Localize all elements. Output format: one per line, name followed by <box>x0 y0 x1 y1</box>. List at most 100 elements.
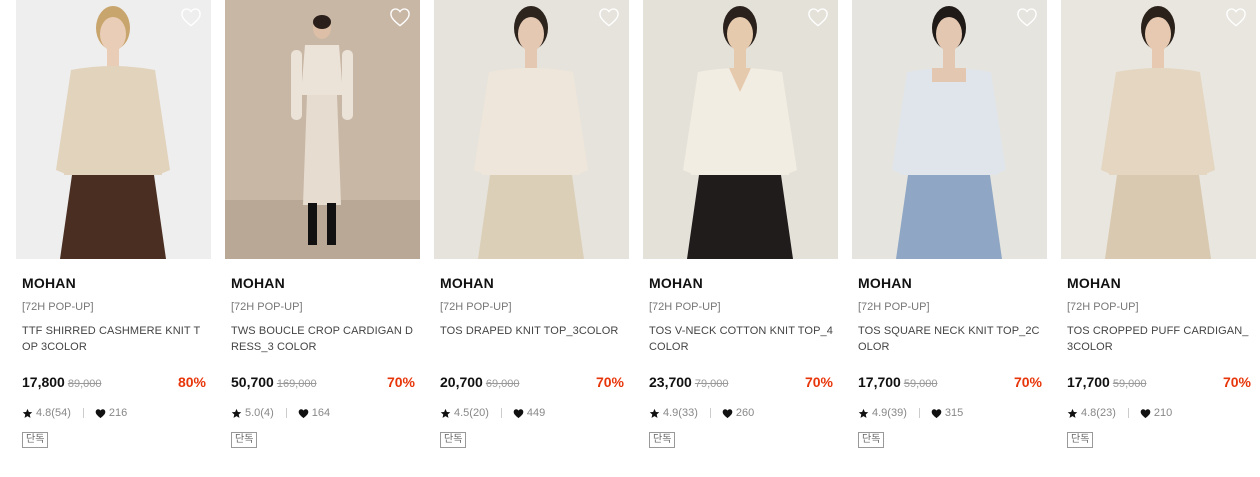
rating-text: 5.0(4) <box>245 407 274 419</box>
product-image[interactable] <box>852 0 1047 259</box>
wishlist-heart-icon[interactable] <box>1225 7 1247 27</box>
product-card[interactable]: MOHAN [72H POP-UP] TOS V-NECK COTTON KNI… <box>643 0 838 448</box>
promo-tag: [72H POP-UP] <box>1067 301 1139 313</box>
sale-price: 50,700 <box>231 374 274 390</box>
star-icon <box>231 408 242 418</box>
price-row: 17,700 59,000 70% <box>858 373 1042 391</box>
product-image[interactable] <box>225 0 420 259</box>
review-meta: 4.8(54) 216 <box>22 406 206 420</box>
product-photo[interactable] <box>1061 0 1256 259</box>
product-name[interactable]: TTF SHIRRED CASHMERE KNIT TOP 3COLOR <box>22 323 206 355</box>
product-image[interactable] <box>16 0 211 259</box>
product-card[interactable]: MOHAN [72H POP-UP] TWS BOUCLE CROP CARDI… <box>225 0 420 448</box>
brand-name[interactable]: MOHAN <box>231 275 415 292</box>
sale-price: 17,700 <box>1067 374 1110 390</box>
rating-text: 4.9(39) <box>872 407 907 419</box>
like-count: 260 <box>735 407 755 419</box>
brand-name[interactable]: MOHAN <box>22 275 206 292</box>
rating-text: 4.8(54) <box>36 407 71 419</box>
divider <box>500 408 502 418</box>
divider <box>1127 408 1129 418</box>
original-price: 89,000 <box>67 378 102 390</box>
brand-name[interactable]: MOHAN <box>858 275 1042 292</box>
exclusive-badge: 단독 <box>858 432 885 448</box>
star-icon <box>440 408 451 418</box>
like-count: 315 <box>944 407 964 419</box>
promo-tag: [72H POP-UP] <box>231 301 303 313</box>
sale-price: 17,800 <box>22 374 65 390</box>
heart-filled-icon <box>513 408 524 418</box>
discount-rate: 70% <box>1013 374 1042 390</box>
wishlist-heart-icon[interactable] <box>1016 7 1038 27</box>
divider <box>285 408 287 418</box>
discount-rate: 70% <box>804 374 833 390</box>
review-meta: 4.8(23) 210 <box>1067 406 1251 420</box>
product-card[interactable]: MOHAN [72H POP-UP] TOS CROPPED PUFF CARD… <box>1061 0 1256 448</box>
original-price: 69,000 <box>485 378 520 390</box>
wishlist-heart-icon[interactable] <box>180 7 202 27</box>
product-card[interactable]: MOHAN [72H POP-UP] TOS DRAPED KNIT TOP_3… <box>434 0 629 448</box>
divider <box>918 408 920 418</box>
rating-text: 4.8(23) <box>1081 407 1116 419</box>
product-photo[interactable] <box>16 0 211 259</box>
promo-tag: [72H POP-UP] <box>440 301 512 313</box>
review-meta: 4.9(33) 260 <box>649 406 833 420</box>
sale-price: 17,700 <box>858 374 901 390</box>
original-price: 169,000 <box>276 378 317 390</box>
like-count: 164 <box>311 407 331 419</box>
review-meta: 5.0(4) 164 <box>231 406 415 420</box>
promo-tag: [72H POP-UP] <box>649 301 721 313</box>
exclusive-badge: 단독 <box>22 432 49 448</box>
heart-filled-icon <box>298 408 309 418</box>
product-name[interactable]: TOS SQUARE NECK KNIT TOP_2COLOR <box>858 323 1042 355</box>
sale-price: 23,700 <box>649 374 692 390</box>
product-image[interactable] <box>434 0 629 259</box>
wishlist-heart-icon[interactable] <box>807 7 829 27</box>
review-meta: 4.9(39) 315 <box>858 406 1042 420</box>
brand-name[interactable]: MOHAN <box>440 275 624 292</box>
product-name[interactable]: TOS CROPPED PUFF CARDIGAN_3COLOR <box>1067 323 1251 355</box>
exclusive-badge: 단독 <box>1067 432 1094 448</box>
rating-text: 4.9(33) <box>663 407 698 419</box>
product-photo[interactable] <box>225 0 420 259</box>
discount-rate: 70% <box>595 374 624 390</box>
original-price: 59,000 <box>903 378 938 390</box>
product-name[interactable]: TOS DRAPED KNIT TOP_3COLOR <box>440 323 624 355</box>
wishlist-heart-icon[interactable] <box>389 7 411 27</box>
star-icon <box>22 408 33 418</box>
original-price: 79,000 <box>694 378 729 390</box>
like-count: 216 <box>108 407 128 419</box>
product-card[interactable]: MOHAN [72H POP-UP] TTF SHIRRED CASHMERE … <box>16 0 211 448</box>
like-count: 449 <box>526 407 546 419</box>
like-count: 210 <box>1153 407 1173 419</box>
brand-name[interactable]: MOHAN <box>649 275 833 292</box>
exclusive-badge: 단독 <box>440 432 467 448</box>
rating-text: 4.5(20) <box>454 407 489 419</box>
sale-price: 20,700 <box>440 374 483 390</box>
product-name[interactable]: TOS V-NECK COTTON KNIT TOP_4COLOR <box>649 323 833 355</box>
discount-rate: 80% <box>177 374 206 390</box>
product-photo[interactable] <box>434 0 629 259</box>
exclusive-badge: 단독 <box>231 432 258 448</box>
price-row: 23,700 79,000 70% <box>649 373 833 391</box>
product-photo[interactable] <box>852 0 1047 259</box>
product-photo[interactable] <box>643 0 838 259</box>
discount-rate: 70% <box>1222 374 1251 390</box>
brand-name[interactable]: MOHAN <box>1067 275 1251 292</box>
star-icon <box>1067 408 1078 418</box>
product-grid: MOHAN [72H POP-UP] TTF SHIRRED CASHMERE … <box>0 0 1260 477</box>
divider <box>82 408 84 418</box>
star-icon <box>649 408 660 418</box>
heart-filled-icon <box>722 408 733 418</box>
price-row: 50,700 169,000 70% <box>231 373 415 391</box>
wishlist-heart-icon[interactable] <box>598 7 620 27</box>
heart-filled-icon <box>1140 408 1151 418</box>
product-name[interactable]: TWS BOUCLE CROP CARDIGAN DRESS_3 COLOR <box>231 323 415 355</box>
discount-rate: 70% <box>386 374 415 390</box>
product-image[interactable] <box>643 0 838 259</box>
product-image[interactable] <box>1061 0 1256 259</box>
product-card[interactable]: MOHAN [72H POP-UP] TOS SQUARE NECK KNIT … <box>852 0 1047 448</box>
promo-tag: [72H POP-UP] <box>858 301 930 313</box>
exclusive-badge: 단독 <box>649 432 676 448</box>
divider <box>709 408 711 418</box>
